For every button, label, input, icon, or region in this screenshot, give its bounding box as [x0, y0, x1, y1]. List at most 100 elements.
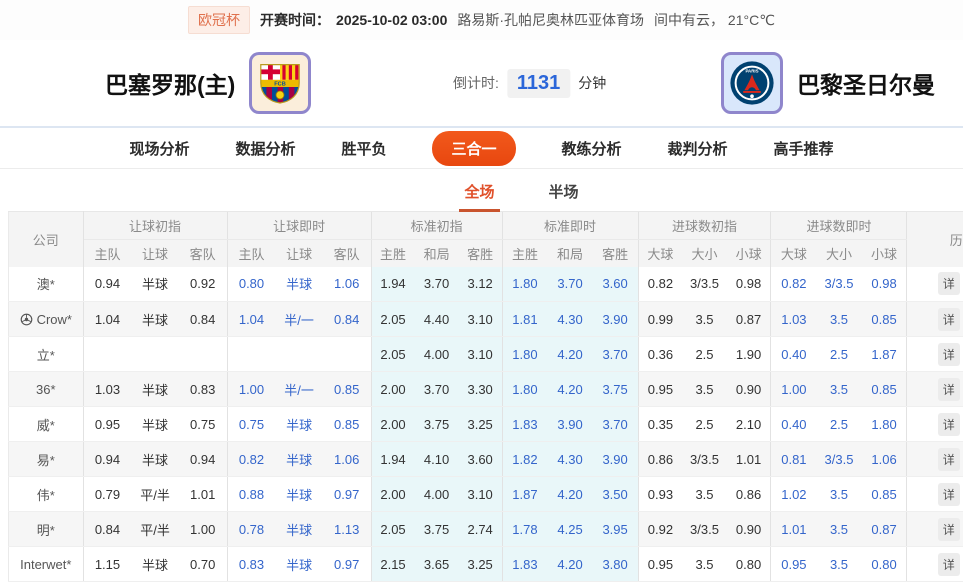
odds-cell-std_live-1: 1.80	[502, 267, 547, 302]
odds-cell-std_live-3: 3.60	[593, 267, 638, 302]
detail-button[interactable]: 详	[938, 413, 960, 436]
odds-cell-goals_live-1: 0.82	[771, 267, 816, 302]
odds-table-wrap: 公司让球初指让球即时标准初指标准即时进球数初指进球数即时历史主队让球客队主队让球…	[0, 211, 963, 582]
odds-cell-handicap_init-3: 0.70	[179, 547, 227, 582]
odds-cell-std_live-1: 1.78	[502, 512, 547, 547]
nav-tab-4[interactable]: 三合一	[432, 131, 515, 166]
detail-button[interactable]: 详	[938, 308, 960, 331]
odds-cell-goals_init-3: 0.87	[727, 302, 771, 337]
detail-button[interactable]: 详	[938, 272, 960, 295]
odds-cell-handicap_live-2	[275, 337, 322, 372]
company-name: 36*	[9, 372, 84, 407]
odds-cell-goals_init-1: 0.82	[638, 267, 682, 302]
odds-cell-goals_init-2: 3.5	[682, 302, 726, 337]
league-badge[interactable]: 欧冠杯	[188, 6, 250, 34]
odds-cell-handicap_live-3: 0.85	[323, 372, 371, 407]
detail-button[interactable]: 详	[938, 448, 960, 471]
nav-tab-3[interactable]: 胜平负	[341, 138, 386, 159]
detail-button[interactable]: 详	[938, 378, 960, 401]
group-header-6: 进球数即时	[771, 212, 907, 240]
odds-cell-std_live-2: 4.20	[547, 477, 592, 512]
odds-cell-goals_init-3: 1.01	[727, 442, 771, 477]
history-cell: 详统	[907, 547, 963, 582]
odds-cell-goals_live-2: 3.5	[816, 512, 861, 547]
table-row: Interwet*1.15半球0.700.83半球0.972.153.653.2…	[9, 547, 963, 582]
company-label: 威*	[37, 418, 55, 433]
nav-tab-5[interactable]: 教练分析	[562, 138, 622, 159]
odds-cell-goals_init-1: 0.93	[638, 477, 682, 512]
odds-cell-std_live-3: 3.95	[593, 512, 638, 547]
table-row: 伟*0.79平/半1.010.88半球0.972.004.003.101.874…	[9, 477, 963, 512]
sub-header-3-2: 和局	[414, 240, 458, 267]
detail-button[interactable]: 详	[938, 483, 960, 506]
kickoff-time: 2025-10-02 03:00	[336, 12, 447, 28]
odds-cell-std_live-3: 3.50	[593, 477, 638, 512]
detail-button[interactable]: 详	[938, 518, 960, 541]
odds-cell-std_live-1: 1.87	[502, 477, 547, 512]
odds-cell-std_init-2: 4.10	[414, 442, 458, 477]
countdown-value: 1131	[507, 69, 570, 98]
odds-cell-std_init-1: 2.00	[371, 407, 414, 442]
sub-header-5-3: 小球	[727, 240, 771, 267]
odds-cell-handicap_live-3: 0.97	[323, 477, 371, 512]
odds-cell-handicap_live-1: 0.88	[227, 477, 275, 512]
odds-cell-goals_live-1: 1.00	[771, 372, 816, 407]
odds-cell-goals_init-2: 3.5	[682, 477, 726, 512]
nav-tab-6[interactable]: 裁判分析	[668, 138, 728, 159]
odds-cell-goals_init-1: 0.86	[638, 442, 682, 477]
odds-cell-handicap_init-2: 半球	[131, 302, 178, 337]
odds-cell-handicap_live-3: 1.13	[323, 512, 371, 547]
odds-cell-std_init-3: 3.60	[459, 442, 502, 477]
svg-text:PARIS: PARIS	[745, 69, 758, 74]
odds-cell-goals_live-2: 3.5	[816, 477, 861, 512]
sub-header-4-1: 主胜	[502, 240, 547, 267]
odds-cell-std_live-1: 1.83	[502, 547, 547, 582]
history-cell: 详统	[907, 372, 963, 407]
table-row: 36*1.03半球0.831.00半/一0.852.003.703.301.80…	[9, 372, 963, 407]
nav-tab-7[interactable]: 高手推荐	[774, 138, 834, 159]
sub-header-6-2: 大小	[816, 240, 861, 267]
nav-tab-1[interactable]: 现场分析	[129, 138, 189, 159]
odds-cell-handicap_init-3: 0.92	[179, 267, 227, 302]
detail-button[interactable]: 详	[938, 553, 960, 576]
odds-cell-handicap_live-1	[227, 337, 275, 372]
odds-cell-handicap_init-2: 半球	[131, 407, 178, 442]
match-info-bar: 欧冠杯 开赛时间： 2025-10-02 03:00 路易斯·孔帕尼奥林匹亚体育…	[0, 0, 963, 40]
svg-text:FCB: FCB	[275, 81, 287, 87]
table-row: 立*2.054.003.101.804.203.700.362.51.900.4…	[9, 337, 963, 372]
sub-header-2-3: 客队	[323, 240, 371, 267]
subtab-2[interactable]: 半场	[544, 181, 584, 209]
odds-cell-std_init-2: 3.75	[414, 512, 458, 547]
odds-cell-std_live-1: 1.80	[502, 372, 547, 407]
company-label: 伟*	[37, 488, 55, 503]
odds-cell-goals_live-2: 3.5	[816, 547, 861, 582]
odds-cell-std_init-1: 1.94	[371, 267, 414, 302]
kickoff-label: 开赛时间：	[260, 10, 330, 30]
odds-cell-goals_init-3: 1.90	[727, 337, 771, 372]
odds-cell-handicap_live-3	[323, 337, 371, 372]
ball-icon	[20, 313, 33, 326]
detail-button[interactable]: 详	[938, 343, 960, 366]
away-team-name: 巴黎圣日尔曼	[797, 66, 935, 100]
table-row: 明*0.84平/半1.000.78半球1.132.053.752.741.784…	[9, 512, 963, 547]
odds-cell-handicap_init-2: 半球	[131, 547, 178, 582]
odds-cell-std_live-2: 4.30	[547, 442, 592, 477]
nav-tab-2[interactable]: 数据分析	[235, 138, 295, 159]
countdown-unit: 分钟	[578, 73, 606, 93]
odds-cell-std_init-1: 2.05	[371, 302, 414, 337]
company-label: 易*	[37, 453, 55, 468]
odds-cell-goals_live-3: 1.87	[862, 337, 907, 372]
subtab-1[interactable]: 全场	[459, 181, 499, 212]
odds-cell-handicap_init-3: 0.83	[179, 372, 227, 407]
company-name: 伟*	[9, 477, 84, 512]
odds-cell-goals_live-3: 0.85	[862, 302, 907, 337]
home-team: 巴塞罗那(主) FCB	[105, 52, 311, 114]
sub-header-1-3: 客队	[179, 240, 227, 267]
odds-cell-std_live-1: 1.81	[502, 302, 547, 337]
sub-header-2-1: 主队	[227, 240, 275, 267]
odds-cell-handicap_init-1: 0.95	[83, 407, 131, 442]
company-name: 威*	[9, 407, 84, 442]
company-name: 易*	[9, 442, 84, 477]
sub-header-4-2: 和局	[547, 240, 592, 267]
odds-cell-handicap_init-3	[179, 337, 227, 372]
